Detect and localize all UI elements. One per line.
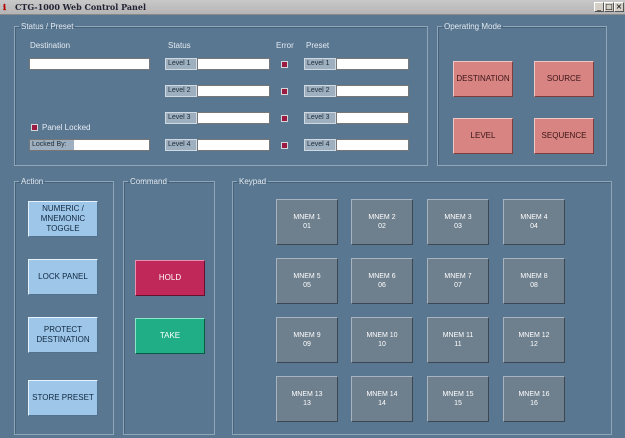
keypad-key-14[interactable]: MNEM 14 14	[351, 376, 413, 422]
key-mnemonic: MNEM 2	[368, 214, 396, 221]
keypad-key-7[interactable]: MNEM 7 07	[427, 258, 489, 304]
key-mnemonic: MNEM 7	[444, 273, 472, 280]
minimize-button[interactable]: _	[594, 2, 604, 12]
key-code: 13	[303, 400, 311, 407]
status-preset-legend: Status / Preset	[21, 22, 74, 31]
error-indicator	[281, 142, 288, 149]
key-code: 05	[303, 282, 311, 289]
key-mnemonic: MNEM 3	[444, 214, 472, 221]
key-mnemonic: MNEM 11	[442, 332, 474, 339]
store-preset-button[interactable]: STORE PRESET	[28, 380, 98, 416]
preset-level-tag: Level 4	[304, 139, 336, 151]
preset-level-field[interactable]	[336, 139, 409, 151]
close-button[interactable]: ×	[614, 2, 624, 12]
locked-by-label: Locked By:	[30, 140, 74, 150]
keypad-key-9[interactable]: MNEM 9 09	[276, 317, 338, 363]
command-group: Command	[123, 177, 215, 435]
key-mnemonic: MNEM 9	[293, 332, 321, 339]
locked-by-field: Locked By:	[29, 139, 150, 151]
key-code: 06	[378, 282, 386, 289]
status-level-tag: Level 4	[165, 139, 197, 151]
key-mnemonic: MNEM 16	[518, 391, 550, 398]
keypad-legend: Keypad	[239, 177, 267, 186]
status-level-field	[197, 85, 270, 97]
status-level-tag: Level 2	[165, 85, 197, 97]
key-mnemonic: MNEM 1	[293, 214, 321, 221]
key-mnemonic: MNEM 13	[291, 391, 323, 398]
key-code: 08	[530, 282, 538, 289]
keypad-key-1[interactable]: MNEM 1 01	[276, 199, 338, 245]
panel-locked-checkbox[interactable]	[31, 124, 38, 131]
destination-input[interactable]	[29, 58, 150, 70]
preset-level-tag: Level 2	[304, 85, 336, 97]
status-level-tag: Level 3	[165, 112, 197, 124]
preset-level-field[interactable]	[336, 85, 409, 97]
key-code: 02	[378, 223, 386, 230]
lock-panel-button[interactable]: LOCK PANEL	[28, 259, 98, 295]
keypad-key-4[interactable]: MNEM 4 04	[503, 199, 565, 245]
status-level-tag: Level 1	[165, 58, 197, 70]
protect-destination-button[interactable]: PROTECT DESTINATION	[28, 317, 98, 353]
app-logo-icon: ℹ	[3, 2, 7, 12]
error-indicator	[281, 88, 288, 95]
key-code: 12	[530, 341, 538, 348]
error-indicator	[281, 61, 288, 68]
key-code: 03	[454, 223, 462, 230]
source-mode-button[interactable]: SOURCE	[534, 61, 594, 97]
title-bar: ℹ CTG-1000 Web Control Panel _ □ ×	[0, 0, 625, 15]
take-button[interactable]: TAKE	[135, 318, 205, 354]
error-indicator	[281, 115, 288, 122]
destination-label: Destination	[30, 41, 71, 50]
command-legend: Command	[130, 177, 167, 186]
preset-level-tag: Level 1	[304, 58, 336, 70]
key-mnemonic: MNEM 15	[442, 391, 474, 398]
sequence-mode-button[interactable]: SEQUENCE	[534, 118, 594, 154]
keypad-key-10[interactable]: MNEM 10 10	[351, 317, 413, 363]
keypad-key-2[interactable]: MNEM 2 02	[351, 199, 413, 245]
status-level-field	[197, 139, 270, 151]
keypad-key-16[interactable]: MNEM 16 16	[503, 376, 565, 422]
key-code: 15	[454, 400, 462, 407]
key-mnemonic: MNEM 14	[366, 391, 398, 398]
key-mnemonic: MNEM 10	[366, 332, 398, 339]
keypad-key-12[interactable]: MNEM 12 12	[503, 317, 565, 363]
keypad-key-3[interactable]: MNEM 3 03	[427, 199, 489, 245]
status-label: Status	[168, 41, 191, 50]
hold-button[interactable]: HOLD	[135, 260, 205, 296]
key-code: 14	[378, 400, 386, 407]
key-code: 11	[454, 341, 462, 348]
preset-level-field[interactable]	[336, 58, 409, 70]
preset-level-field[interactable]	[336, 112, 409, 124]
maximize-button[interactable]: □	[604, 2, 614, 12]
destination-mode-button[interactable]: DESTINATION	[453, 61, 513, 97]
keypad-key-8[interactable]: MNEM 8 08	[503, 258, 565, 304]
status-level-field	[197, 112, 270, 124]
keypad-key-5[interactable]: MNEM 5 05	[276, 258, 338, 304]
keypad-key-6[interactable]: MNEM 6 06	[351, 258, 413, 304]
key-mnemonic: MNEM 8	[520, 273, 548, 280]
keypad-key-15[interactable]: MNEM 15 15	[427, 376, 489, 422]
level-mode-button[interactable]: LEVEL	[453, 118, 513, 154]
key-mnemonic: MNEM 4	[520, 214, 548, 221]
preset-label: Preset	[306, 41, 330, 50]
key-code: 09	[303, 341, 311, 348]
key-code: 01	[303, 223, 311, 230]
key-mnemonic: MNEM 6	[368, 273, 396, 280]
action-legend: Action	[21, 177, 44, 186]
key-code: 10	[378, 341, 386, 348]
key-mnemonic: MNEM 12	[518, 332, 550, 339]
operating-mode-legend: Operating Mode	[444, 22, 502, 31]
numeric-mnemonic-toggle-button[interactable]: NUMERIC / MNEMONIC TOGGLE	[28, 201, 98, 237]
key-code: 07	[454, 282, 462, 289]
key-code: 16	[530, 400, 538, 407]
key-mnemonic: MNEM 5	[293, 273, 321, 280]
keypad-key-13[interactable]: MNEM 13 13	[276, 376, 338, 422]
preset-level-tag: Level 3	[304, 112, 336, 124]
keypad-key-11[interactable]: MNEM 11 11	[427, 317, 489, 363]
panel-locked-label: Panel Locked	[42, 123, 91, 132]
error-label: Error	[276, 41, 294, 50]
status-level-field	[197, 58, 270, 70]
key-code: 04	[530, 223, 538, 230]
window-title: CTG-1000 Web Control Panel	[15, 2, 146, 12]
